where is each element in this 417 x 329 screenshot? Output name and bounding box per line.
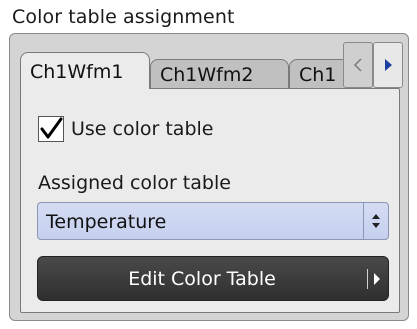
assigned-color-table-label: Assigned color table (38, 172, 231, 194)
triangle-left-icon (353, 58, 362, 72)
use-color-table-label: Use color table (71, 118, 214, 140)
tab-ch1-truncated[interactable]: Ch1 (289, 59, 349, 89)
edit-color-table-label: Edit Color Table (128, 267, 276, 290)
use-color-table-row[interactable]: Use color table (38, 114, 213, 144)
panel-title: Color table assignment (12, 6, 235, 28)
use-color-table-checkbox[interactable] (38, 116, 64, 142)
assigned-color-table-select[interactable]: Temperature (37, 202, 389, 240)
triangle-right-icon (374, 273, 380, 285)
tab-scroll-left-button[interactable] (343, 42, 373, 88)
triangle-right-icon (385, 59, 392, 71)
checkmark-icon (40, 117, 63, 139)
tab-ch1wfm1[interactable]: Ch1Wfm1 (20, 52, 150, 89)
assigned-color-table-value: Temperature (46, 211, 167, 233)
select-updown-icon (363, 203, 388, 239)
edit-color-table-button[interactable]: Edit Color Table (37, 256, 389, 301)
tab-ch1wfm2[interactable]: Ch1Wfm2 (150, 59, 289, 89)
tab-scroll-right-button[interactable] (373, 42, 403, 88)
edit-button-separator (367, 269, 368, 289)
